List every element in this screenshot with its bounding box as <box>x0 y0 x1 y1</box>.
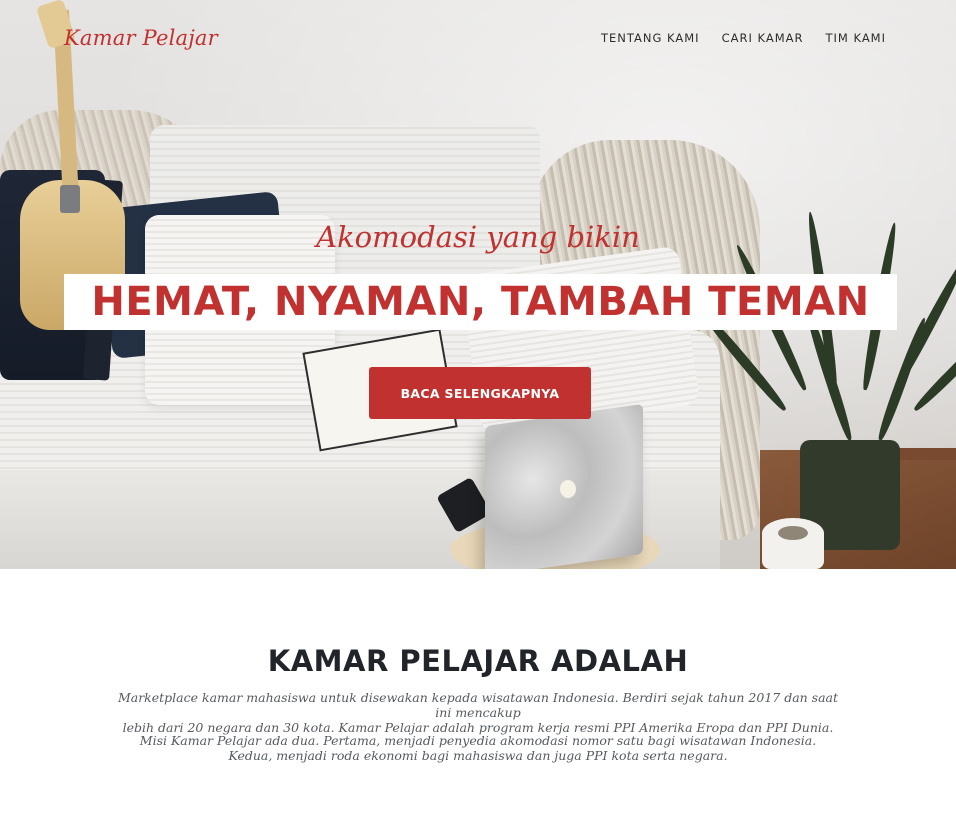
about-paragraph-line: Marketplace kamar mahasiswa untuk disewa… <box>117 690 839 720</box>
hero-title-box: HEMAT, NYAMAN, TAMBAH TEMAN <box>64 274 897 330</box>
hero-title: HEMAT, NYAMAN, TAMBAH TEMAN <box>91 279 870 325</box>
about-section: KAMAR PELAJAR ADALAH Marketplace kamar m… <box>0 569 956 829</box>
read-more-button[interactable]: BACA SELENGKAPNYA <box>369 367 591 419</box>
hero-subtitle: Akomodasi yang bikin <box>316 220 640 254</box>
about-paragraph: Misi Kamar Pelajar ada dua. Pertama, men… <box>110 733 846 763</box>
about-paragraph-line: Misi Kamar Pelajar ada dua. Pertama, men… <box>139 733 817 748</box>
hero-section: Kamar Pelajar TENTANG KAMI CARI KAMAR TI… <box>0 0 956 569</box>
nav-link-cari-kamar[interactable]: CARI KAMAR <box>722 31 804 45</box>
tissue-roll-core <box>778 526 808 540</box>
apple-logo-icon <box>560 480 576 498</box>
brand-logo[interactable]: Kamar Pelajar <box>64 26 218 50</box>
nav-link-tentang-kami[interactable]: TENTANG KAMI <box>601 31 700 45</box>
nav-link-tim-kami[interactable]: TIM KAMI <box>825 31 886 45</box>
leaf <box>875 316 930 442</box>
main-nav: TENTANG KAMI CARI KAMAR TIM KAMI <box>601 31 886 45</box>
about-paragraph-line: Kedua, menjadi roda ekonomi bagi mahasis… <box>228 748 728 763</box>
guitar-pickup <box>60 185 80 213</box>
about-title: KAMAR PELAJAR ADALAH <box>267 644 689 678</box>
read-more-button-label: BACA SELENGKAPNYA <box>400 385 560 401</box>
about-paragraph: Marketplace kamar mahasiswa untuk disewa… <box>110 690 846 735</box>
